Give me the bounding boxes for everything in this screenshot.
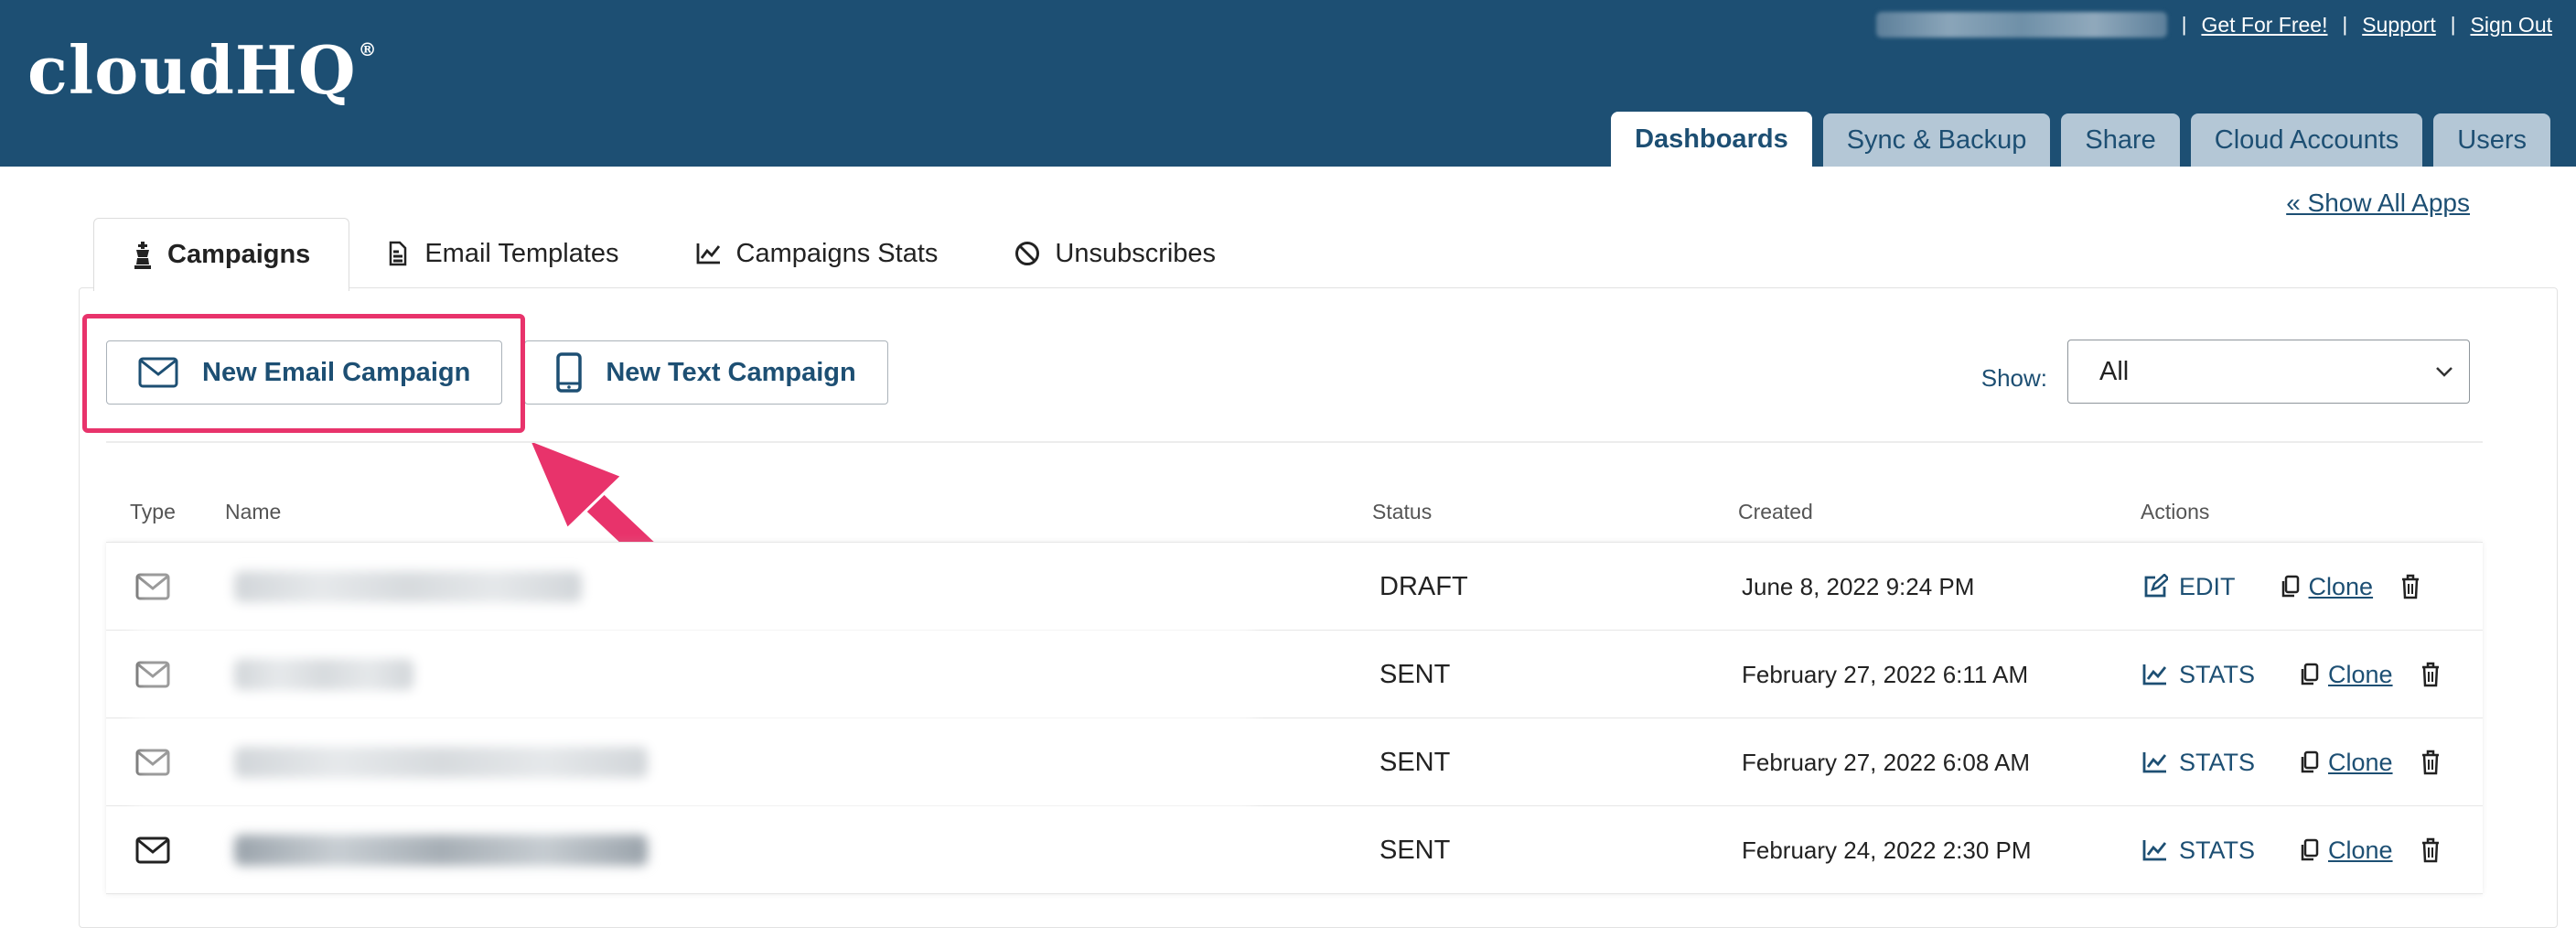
clone-label: Clone [2308,572,2374,600]
action-label: STATS [2179,660,2256,688]
show-filter-value: All [2099,356,2130,386]
link-separator: | [2342,13,2348,36]
show-filter-select[interactable]: All [2067,340,2470,404]
stats-action[interactable]: STATS [2142,661,2255,689]
copy-icon [2299,663,2319,686]
action-label: STATS [2179,748,2256,776]
trash-icon [2420,662,2441,687]
delete-action[interactable] [2420,750,2441,775]
clone-action[interactable]: Clone [2299,661,2393,689]
action-label: STATS [2179,836,2256,864]
campaign-status: SENT [1379,747,1451,777]
delete-action[interactable] [2420,662,2441,687]
campaign-created: February 27, 2022 6:11 AM [1742,660,2029,688]
clone-action[interactable]: Clone [2280,572,2374,601]
line-chart-icon [2142,663,2168,686]
show-filter-label: Show: [1980,364,2047,392]
subtab-label: Campaigns [167,240,311,269]
clone-label: Clone [2328,660,2393,688]
edit-action[interactable]: EDIT [2142,573,2236,601]
stats-action[interactable]: STATS [2142,749,2255,777]
row-actions: STATS Clone [2142,806,2441,894]
column-header-type: Type [130,500,176,523]
ban-icon [1014,241,1040,266]
column-header-created: Created [1738,500,1813,523]
delete-action[interactable] [2400,574,2420,599]
tab-share[interactable]: Share [2061,113,2180,167]
subtab-label: Unsubscribes [1055,238,1217,268]
trash-icon [2420,837,2441,863]
column-header-status: Status [1372,500,1433,523]
user-email-redacted [1875,12,2167,38]
campaign-created: February 27, 2022 6:08 AM [1742,748,2031,776]
copy-icon [2299,750,2319,774]
support-link[interactable]: Support [2362,13,2436,38]
copy-icon [2299,838,2319,862]
subtab-campaigns[interactable]: Campaigns [93,218,350,291]
chess-king-icon [133,241,153,269]
campaign-created: February 24, 2022 2:30 PM [1742,836,2032,864]
main-nav-tabs: Dashboards Sync & Backup Share Cloud Acc… [1611,112,2550,167]
campaign-created: June 8, 2022 9:24 PM [1742,572,1975,600]
campaign-status: SENT [1379,659,1451,689]
row-actions: STATS Clone [2142,631,2441,718]
subtab-unsubscribes[interactable]: Unsubscribes [976,218,1254,289]
trash-icon [2400,574,2420,599]
envelope-icon [135,806,170,894]
chevron-down-icon [2434,365,2454,378]
clone-action[interactable]: Clone [2299,749,2393,777]
campaign-name-redacted[interactable] [234,806,648,894]
edit-icon [2142,574,2168,599]
trash-icon [2420,750,2441,775]
clone-label: Clone [2328,836,2393,864]
section-divider [106,441,2483,443]
get-for-free-link[interactable]: Get For Free! [2201,13,2327,38]
stats-action[interactable]: STATS [2142,836,2255,865]
sign-out-link[interactable]: Sign Out [2471,13,2553,38]
redaction-overlay [132,549,1253,813]
tab-users[interactable]: Users [2433,113,2550,167]
link-separator: | [2181,13,2187,36]
column-header-name: Name [225,500,282,523]
campaign-status: SENT [1379,835,1451,865]
clone-label: Clone [2328,748,2393,776]
top-links: | Get For Free! | Support | Sign Out [1875,11,2553,38]
clone-action[interactable]: Clone [2299,836,2393,865]
copy-icon [2280,575,2300,599]
column-header-actions: Actions [2141,500,2210,523]
row-actions: EDIT Clone [2142,543,2420,631]
campaign-status: DRAFT [1379,571,1468,601]
link-separator: | [2450,13,2456,36]
action-label: EDIT [2179,572,2236,600]
show-all-apps-link[interactable]: « Show All Apps [2286,189,2470,218]
line-chart-icon [2142,838,2168,862]
tab-dashboards[interactable]: Dashboards [1611,112,1812,167]
delete-action[interactable] [2420,837,2441,863]
table-row[interactable]: SENT February 24, 2022 2:30 PM STATS Clo… [106,806,2483,894]
line-chart-icon [2142,750,2168,774]
tab-cloud-accounts[interactable]: Cloud Accounts [2190,113,2423,167]
tab-sync-backup[interactable]: Sync & Backup [1822,113,2051,167]
row-actions: STATS Clone [2142,718,2441,806]
